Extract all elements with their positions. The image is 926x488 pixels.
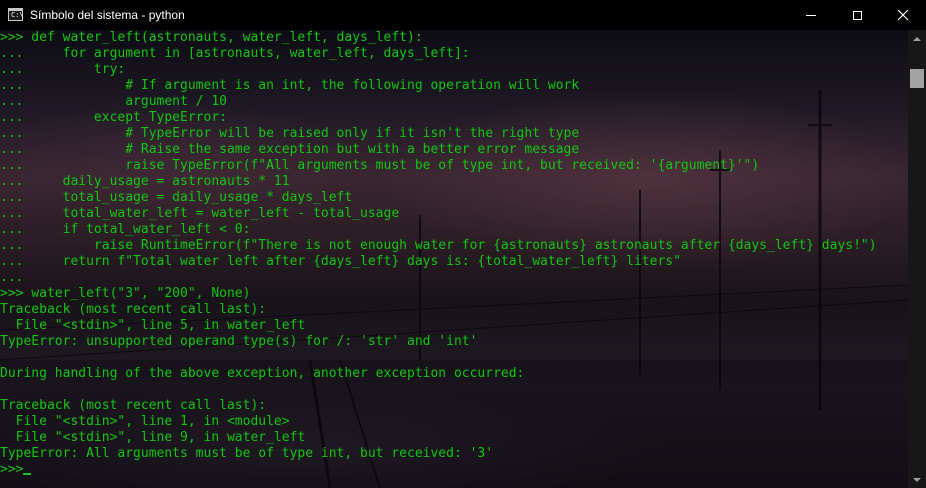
maximize-icon — [852, 10, 862, 20]
scroll-down-arrow-icon — [913, 477, 921, 482]
console-line: File "<stdin>", line 9, in water_left — [0, 430, 306, 445]
console-line: File "<stdin>", line 1, in <module> — [0, 414, 290, 429]
vertical-scrollbar[interactable] — [908, 30, 926, 488]
close-button[interactable] — [880, 0, 926, 30]
minimize-button[interactable] — [788, 0, 834, 30]
console-output[interactable]: >>> def water_left(astronauts, water_lef… — [0, 30, 908, 488]
console-text[interactable]: >>> def water_left(astronauts, water_lef… — [0, 30, 877, 478]
console-line: Traceback (most recent call last): — [0, 302, 267, 317]
console-line: >>> def water_left(astronauts, water_lef… — [0, 30, 423, 45]
console-line: ... total_water_left = water_left - tota… — [0, 206, 400, 221]
python-prompt: >>> — [0, 462, 24, 477]
console-line: Traceback (most recent call last): — [0, 398, 267, 413]
console-line: ... # If argument is an int, the followi… — [0, 78, 580, 93]
console-line: ... return f"Total water left after {day… — [0, 254, 681, 269]
console-line: TypeError: All arguments must be of type… — [0, 446, 494, 461]
console-line: ... — [0, 270, 24, 285]
console-prompt-line[interactable]: >>> — [0, 462, 877, 478]
console-line: ... # Raise the same exception but with … — [0, 142, 580, 157]
console-line: ... try: — [0, 62, 126, 77]
title-bar[interactable]: C:\ Símbolo del sistema - python — [0, 0, 926, 30]
console-line: ... raise TypeError(f"All arguments must… — [0, 158, 760, 173]
window-title: Símbolo del sistema - python — [30, 8, 185, 22]
scroll-down-button[interactable] — [908, 471, 926, 488]
console-line: ... for argument in [astronauts, water_l… — [0, 46, 470, 61]
cmd-icon[interactable]: C:\ — [8, 8, 24, 21]
console-line: >>> water_left("3", "200", None) — [0, 286, 251, 301]
console-line: TypeError: unsupported operand type(s) f… — [0, 334, 478, 349]
console-line: ... except TypeError: — [0, 110, 227, 125]
scrollbar-thumb[interactable] — [910, 69, 924, 88]
minimize-icon — [806, 14, 816, 16]
console-window: C:\ Símbolo del sistema - python >>> def… — [0, 0, 926, 488]
console-line: ... # TypeError will be raised only if i… — [0, 126, 580, 141]
console-line: File "<stdin>", line 5, in water_left — [0, 318, 306, 333]
console-line: ... daily_usage = astronauts * 11 — [0, 174, 290, 189]
maximize-button[interactable] — [834, 0, 880, 30]
scroll-up-button[interactable] — [908, 30, 926, 47]
close-icon — [897, 9, 909, 21]
console-line: ... argument / 10 — [0, 94, 227, 109]
console-line: ... if total_water_left < 0: — [0, 222, 251, 237]
scroll-up-arrow-icon — [913, 36, 921, 41]
console-line: ... total_usage = daily_usage * days_lef… — [0, 190, 353, 205]
console-line: ... raise RuntimeError(f"There is not en… — [0, 238, 877, 253]
text-cursor — [23, 473, 32, 475]
console-line: During handling of the above exception, … — [0, 366, 525, 381]
